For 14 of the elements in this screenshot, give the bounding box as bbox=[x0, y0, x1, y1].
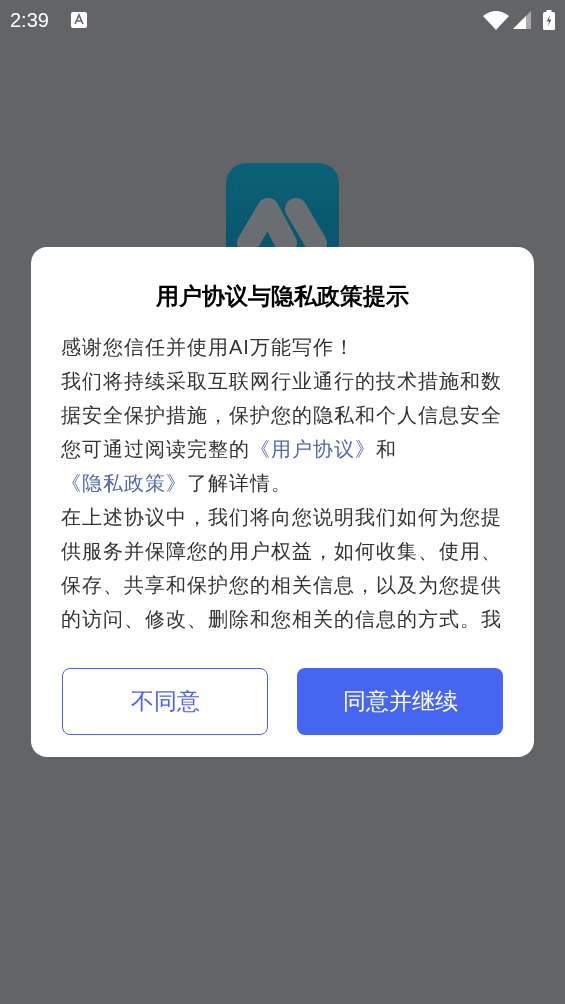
policy-link[interactable]: 《用户协议》 bbox=[250, 437, 376, 460]
body-paragraph: 您可通过阅读完整的《用户协议》和 《隐私政策》了解详情。 bbox=[61, 436, 398, 496]
decline-button[interactable]: 不同意 bbox=[62, 667, 268, 735]
status-time: 2:39 bbox=[10, 8, 49, 33]
body-paragraph: 感谢您信任并使用AI万能写作！ bbox=[61, 334, 356, 360]
agree-button[interactable]: 同意并继续 bbox=[297, 667, 503, 735]
policy-link[interactable]: 《隐私政策》 bbox=[61, 471, 187, 494]
body-paragraph: 在上述协议中，我们将向您说明我们如何为您提供服务并保障您的用户权益，如何收集、使用、保存、共享和保护您的相关信息，以及为您提供的访问、修改、删除和您相关的信息的方式。我 bbox=[61, 504, 503, 632]
signal-icon bbox=[513, 11, 531, 29]
keyboard-icon bbox=[70, 12, 87, 28]
battery-icon bbox=[543, 10, 555, 30]
body-paragraph: 我们将持续采取互联网行业通行的技术措施和数据安全保护措施，保护您的隐私和个人信息安全 bbox=[61, 368, 503, 428]
wifi-icon bbox=[483, 10, 509, 30]
dialog-title: 用户协议与隐私政策提示 bbox=[156, 282, 409, 311]
